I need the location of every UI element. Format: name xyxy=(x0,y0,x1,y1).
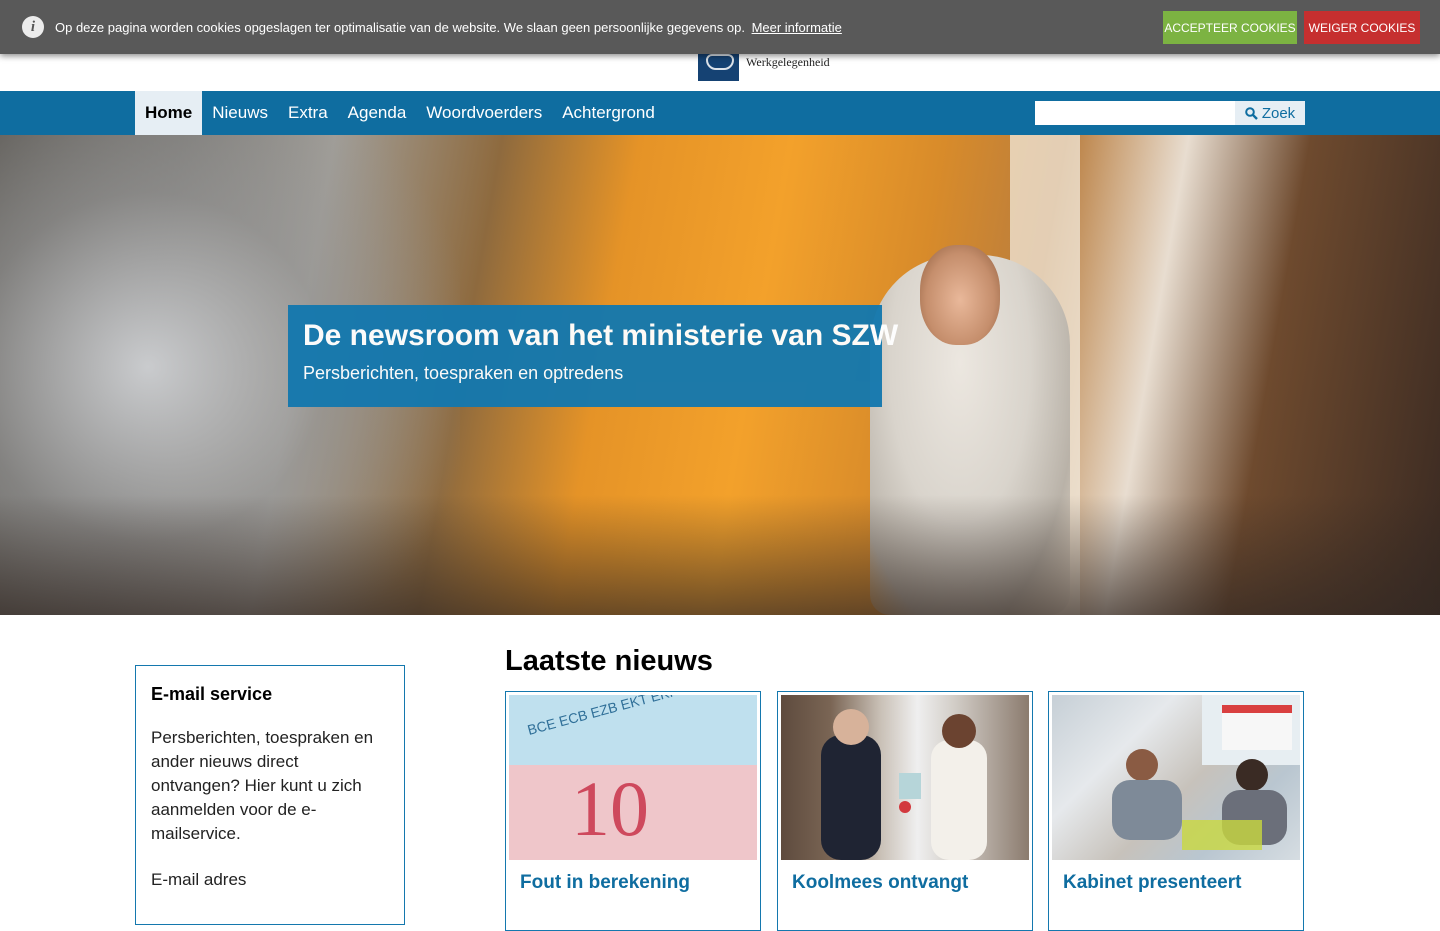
news-card[interactable]: 10 BCE ECB EZB EKT EKP Fout in berekenin… xyxy=(505,691,761,931)
search-form: Zoek xyxy=(1035,101,1305,125)
nav-item-extra[interactable]: Extra xyxy=(278,91,338,135)
latest-news-heading: Laatste nieuws xyxy=(505,645,713,677)
photo-office-image xyxy=(1112,695,1300,850)
nav-item-nieuws[interactable]: Nieuws xyxy=(202,91,278,135)
hero-subtitle: Persberichten, toespraken en optredens xyxy=(303,363,624,383)
hero-shade xyxy=(0,495,1440,615)
nav-item-agenda[interactable]: Agenda xyxy=(338,91,417,135)
news-card-image xyxy=(781,695,1029,860)
banknote-image: 10 BCE ECB EZB EKT EKP xyxy=(509,695,757,860)
email-field-label: E-mail adres xyxy=(151,870,247,889)
nav-item-achtergrond[interactable]: Achtergrond xyxy=(552,91,665,135)
news-card[interactable]: Koolmees ontvangt xyxy=(777,691,1033,931)
cookie-message: Op deze pagina worden cookies opgeslagen… xyxy=(55,20,842,35)
hero-title: De newsroom van het ministerie van SZW xyxy=(303,319,899,352)
photo-meeting-image xyxy=(821,709,987,860)
hero-caption: De newsroom van het ministerie van SZW P… xyxy=(288,305,898,407)
email-service-title: E-mail service xyxy=(151,684,273,704)
news-card-title: Koolmees ontvangt xyxy=(792,872,969,893)
search-button-label: Zoek xyxy=(1261,104,1296,122)
news-card-title: Fout in berekening xyxy=(520,872,690,893)
hero-image: De newsroom van het ministerie van SZW P… xyxy=(0,135,1440,615)
search-button[interactable]: Zoek xyxy=(1235,101,1305,125)
accept-cookies-button[interactable]: Accepteer cookies xyxy=(1163,11,1297,44)
news-card[interactable]: Kabinet presenteert xyxy=(1048,691,1304,931)
news-card-title: Kabinet presenteert xyxy=(1063,872,1242,893)
decline-cookies-button[interactable]: Weiger cookies xyxy=(1304,11,1420,44)
svg-text:10: 10 xyxy=(571,765,649,852)
nav-item-woordvoerders[interactable]: Woordvoerders xyxy=(416,91,552,135)
email-service-description: Persberichten, toespraken en ander nieuw… xyxy=(151,728,374,843)
nav-items: Home Nieuws Extra Agenda Woordvoerders A… xyxy=(135,91,665,135)
cookie-message-text: Op deze pagina worden cookies opgeslagen… xyxy=(55,20,745,35)
logo-text: Werkgelegenheid xyxy=(746,55,830,69)
info-icon: i xyxy=(22,16,44,38)
nav-item-home[interactable]: Home xyxy=(135,91,203,135)
news-card-image: 10 BCE ECB EZB EKT EKP xyxy=(509,695,757,860)
cookie-bar: i Op deze pagina worden cookies opgeslag… xyxy=(0,0,1440,54)
more-info-link[interactable]: Meer informatie xyxy=(752,20,842,35)
news-card-image xyxy=(1052,695,1300,860)
main-nav: Home Nieuws Extra Agenda Woordvoerders A… xyxy=(0,91,1440,135)
search-icon xyxy=(1245,106,1258,120)
hero-person-head xyxy=(920,245,1000,345)
email-service-panel: E-mail service Persberichten, toespraken… xyxy=(135,665,405,925)
search-input[interactable] xyxy=(1035,101,1235,125)
